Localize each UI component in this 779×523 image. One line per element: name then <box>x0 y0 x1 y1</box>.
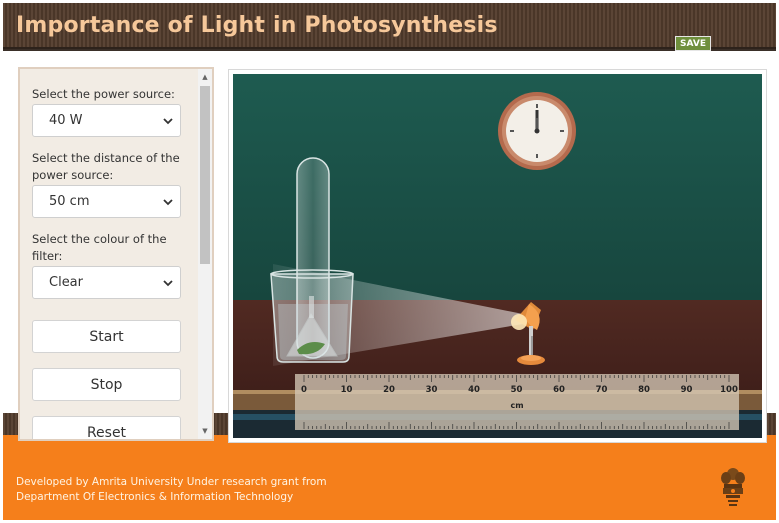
control-panel: Select the power source: 40 W Select the… <box>18 67 214 441</box>
ruler-tick-label: 80 <box>638 385 650 395</box>
clock-icon <box>498 92 576 170</box>
ruler-tick-label: 20 <box>383 385 395 395</box>
chevron-down-icon <box>163 199 173 206</box>
scroll-up-icon[interactable]: ▲ <box>200 72 210 82</box>
footer-line-2: Department Of Electronics & Information … <box>16 491 294 503</box>
stop-button[interactable]: Stop <box>32 368 181 401</box>
filter-label: Select the colour of the filter: <box>32 232 167 263</box>
ruler-tick-label: 40 <box>468 385 480 395</box>
save-button[interactable]: SAVE <box>675 36 711 51</box>
page-title: Importance of Light in Photosynthesis <box>16 13 498 38</box>
power-source-select[interactable]: 40 W <box>32 104 181 137</box>
ruler-tick-label: 100 <box>720 385 738 395</box>
filter-select[interactable]: Clear <box>32 266 181 299</box>
ruler-tick-label: 70 <box>596 385 608 395</box>
ruler-tick-label: 60 <box>553 385 565 395</box>
measuring-ruler: 0 10 20 30 40 50 60 70 80 90 100 cm <box>295 374 739 430</box>
reset-button[interactable]: Reset <box>32 416 181 439</box>
national-emblem-icon <box>721 468 745 506</box>
simulation-canvas: 0 10 20 30 40 50 60 70 80 90 100 cm <box>233 74 762 438</box>
scroll-thumb[interactable] <box>200 86 210 264</box>
distance-value: 50 cm <box>49 194 90 209</box>
start-button[interactable]: Start <box>32 320 181 353</box>
ruler-unit-label: cm <box>510 401 523 410</box>
footer-credits: Developed by Amrita University Under res… <box>16 475 327 505</box>
chevron-down-icon <box>163 280 173 287</box>
power-source-value: 40 W <box>49 113 83 128</box>
footer-line-1: Developed by Amrita University Under res… <box>16 476 327 488</box>
distance-label: Select the distance of the power source: <box>32 151 180 182</box>
panel-scrollbar[interactable]: ▲ ▼ <box>198 69 212 439</box>
ruler-tick-label: 0 <box>301 385 307 395</box>
distance-select[interactable]: 50 cm <box>32 185 181 218</box>
filter-value: Clear <box>49 275 83 290</box>
ruler-tick-label: 90 <box>681 385 693 395</box>
ruler-tick-label: 30 <box>426 385 438 395</box>
ruler-tick-label: 50 <box>511 385 523 395</box>
simulation-scene: 0 10 20 30 40 50 60 70 80 90 100 cm <box>233 74 762 438</box>
chevron-down-icon <box>163 118 173 125</box>
scroll-down-icon[interactable]: ▼ <box>200 426 210 436</box>
ruler-tick-label: 10 <box>341 385 353 395</box>
power-source-label: Select the power source: <box>32 87 175 101</box>
